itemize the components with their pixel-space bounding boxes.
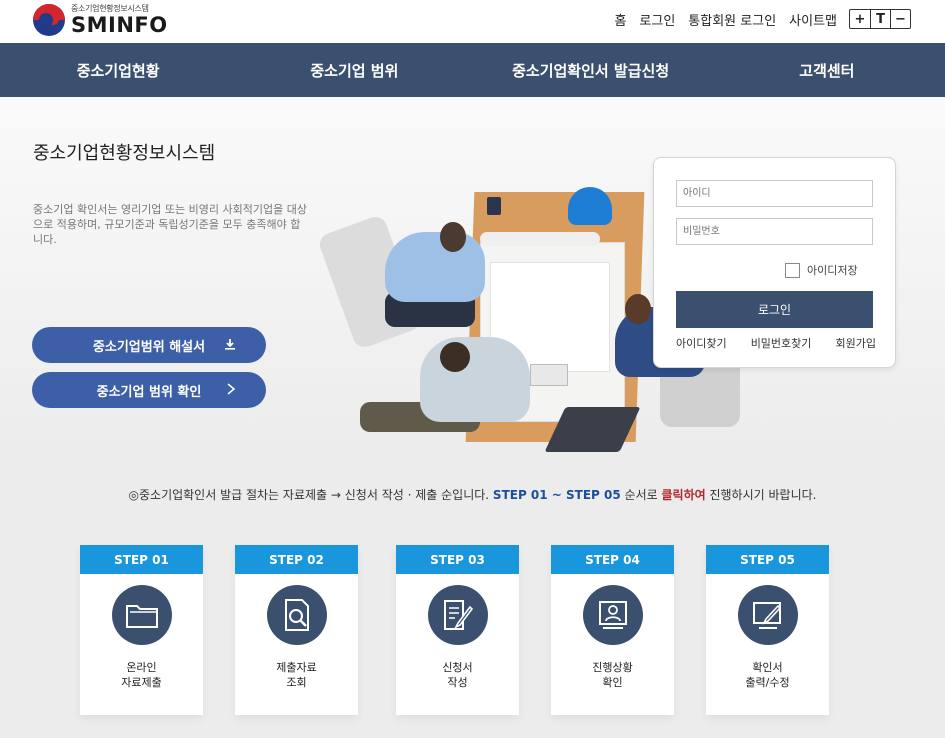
font-increase-button[interactable]: + <box>850 10 870 28</box>
mug-shape <box>487 197 501 215</box>
step-text-line: 출력/수정 <box>745 676 790 689</box>
login-panel: 아이디저장 로그인 아이디찾기 비밀번호찾기 회원가입 <box>653 157 896 368</box>
step-description: 신청서 작성 <box>396 660 519 690</box>
download-icon <box>224 338 236 353</box>
step-text-line: 확인서 <box>752 661 783 674</box>
step-text-line: 작성 <box>447 676 468 689</box>
hard-hat-shape <box>568 187 612 225</box>
sme-guide-download-button[interactable]: 중소기업범위 해설서 <box>32 327 266 363</box>
sminfo-logo[interactable]: 중소기업현황정보시스템 SMINFO <box>33 3 168 37</box>
step-description: 제출자료 조회 <box>235 660 358 690</box>
step-description: 온라인 자료제출 <box>80 660 203 690</box>
step-description: 진행상황 확인 <box>551 660 674 690</box>
procedure-notice: ◎중소기업확인서 발급 절차는 자료제출 → 신청서 작성 · 제출 순입니다.… <box>0 486 945 503</box>
login-links: 아이디찾기 비밀번호찾기 회원가입 <box>676 335 876 351</box>
user-id-input[interactable] <box>676 180 873 207</box>
person-head-shape <box>440 342 470 372</box>
taegeuk-logo-icon <box>33 4 65 36</box>
step-label: STEP 05 <box>706 545 829 574</box>
print-edit-icon <box>738 585 798 645</box>
calculator-shape <box>530 364 568 386</box>
home-link[interactable]: 홈 <box>614 10 626 29</box>
person-shape <box>420 337 530 422</box>
step-text-line: 신청서 <box>442 661 473 674</box>
person-shape <box>385 232 485 302</box>
progress-monitor-icon <box>583 585 643 645</box>
paper-roll-shape <box>480 232 600 246</box>
find-password-link[interactable]: 비밀번호찾기 <box>751 335 812 351</box>
step-05-card[interactable]: STEP 05 확인서 출력/수정 <box>706 545 829 715</box>
signup-link[interactable]: 회원가입 <box>836 335 876 351</box>
logo-title: SMINFO <box>71 13 168 37</box>
notice-step-range: STEP 01 ~ STEP 05 <box>492 488 621 502</box>
step-04-card[interactable]: STEP 04 진행상황 확인 <box>551 545 674 715</box>
document-search-icon <box>267 585 327 645</box>
hero-description: 중소기업 확인서는 영리기업 또는 비영리 사회적기업을 대상으로 적용하며, … <box>33 203 307 246</box>
nav-certificate-apply[interactable]: 중소기업확인서 발급신청 <box>473 43 709 97</box>
person-head-shape <box>625 294 651 324</box>
step-description: 확인서 출력/수정 <box>706 660 829 690</box>
font-decrease-button[interactable]: − <box>890 10 910 28</box>
notice-text: ◎중소기업확인서 발급 절차는 자료제출 → 신청서 작성 · 제출 순입니다. <box>128 488 490 502</box>
utility-menu: 홈 로그인 통합회원 로그인 사이트맵 + T − <box>601 9 911 29</box>
find-id-link[interactable]: 아이디찾기 <box>676 335 727 351</box>
document-edit-icon <box>428 585 488 645</box>
step-02-card[interactable]: STEP 02 제출자료 조회 <box>235 545 358 715</box>
save-id-checkbox[interactable] <box>785 262 800 278</box>
step-label: STEP 02 <box>235 545 358 574</box>
step-text-line: 온라인 <box>126 661 157 674</box>
button-label: 중소기업 범위 확인 <box>96 384 202 400</box>
chevron-right-icon <box>226 382 236 398</box>
login-button[interactable]: 로그인 <box>676 291 873 328</box>
nav-sme-scope[interactable]: 중소기업 범위 <box>236 43 472 97</box>
person-head-shape <box>440 222 466 252</box>
top-bar: 중소기업현황정보시스템 SMINFO 홈 로그인 통합회원 로그인 사이트맵 +… <box>0 0 945 43</box>
steps-section: ◎중소기업확인서 발급 절차는 자료제출 → 신청서 작성 · 제출 순입니다.… <box>0 457 945 738</box>
step-text-line: 진행상황 <box>592 661 633 674</box>
page-title: 중소기업현황정보시스템 <box>33 143 216 164</box>
step-text-line: 자료제출 <box>121 676 162 689</box>
sitemap-link[interactable]: 사이트맵 <box>789 10 837 29</box>
font-size-controls: + T − <box>849 9 911 29</box>
logo-text: 중소기업현황정보시스템 SMINFO <box>71 4 168 36</box>
step-text-line: 조회 <box>286 676 307 689</box>
save-id-option[interactable]: 아이디저장 <box>785 262 858 278</box>
step-03-card[interactable]: STEP 03 신청서 작성 <box>396 545 519 715</box>
notice-text: 진행하시기 바랍니다. <box>705 488 817 502</box>
step-label: STEP 01 <box>80 545 203 574</box>
font-reset-button[interactable]: T <box>870 10 890 28</box>
login-link[interactable]: 로그인 <box>639 10 675 29</box>
sme-scope-check-button[interactable]: 중소기업 범위 확인 <box>32 372 266 408</box>
notice-text: 순서로 <box>620 488 662 502</box>
step-label: STEP 04 <box>551 545 674 574</box>
nav-customer-center[interactable]: 고객센터 <box>709 43 945 97</box>
main-nav: 중소기업현황 중소기업 범위 중소기업확인서 발급신청 고객센터 <box>0 43 945 97</box>
step-01-card[interactable]: STEP 01 온라인 자료제출 <box>80 545 203 715</box>
notice-click-emphasis: 클릭하여 <box>661 488 706 502</box>
nav-sme-status[interactable]: 중소기업현황 <box>0 43 236 97</box>
integrated-login-link[interactable]: 통합회원 로그인 <box>688 10 776 29</box>
password-input[interactable] <box>676 218 873 245</box>
save-id-label: 아이디저장 <box>807 264 858 277</box>
step-label: STEP 03 <box>396 545 519 574</box>
folder-icon <box>112 585 172 645</box>
button-label: 중소기업범위 해설서 <box>92 339 206 355</box>
step-text-line: 확인 <box>602 676 623 689</box>
step-text-line: 제출자료 <box>276 661 317 674</box>
